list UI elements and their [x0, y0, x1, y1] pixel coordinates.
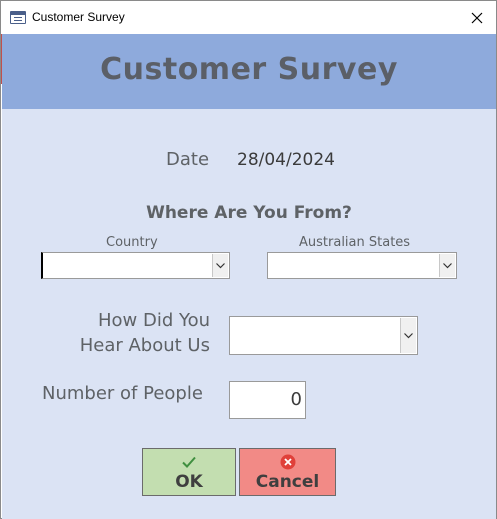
where-from-heading: Where Are You From? [146, 203, 352, 223]
checkmark-icon [182, 454, 196, 470]
ok-button-label: OK [175, 472, 203, 492]
states-dropdown-button[interactable] [439, 254, 455, 277]
form-header: Customer Survey [2, 34, 496, 109]
ok-button[interactable]: OK [142, 448, 236, 496]
close-icon [471, 12, 483, 23]
cancel-button-label: Cancel [255, 472, 320, 492]
number-of-people-input[interactable]: 0 [229, 381, 306, 419]
hear-label-line1: How Did You [97, 310, 210, 331]
country-dropdown[interactable] [41, 252, 230, 279]
country-dropdown-button[interactable] [212, 254, 228, 277]
date-value: 28/04/2024 [237, 150, 335, 170]
hear-dropdown-button[interactable] [400, 318, 416, 353]
form-icon [10, 11, 26, 24]
date-label: Date [166, 149, 210, 170]
cancel-x-circle-icon [280, 454, 296, 470]
close-button[interactable] [458, 1, 496, 34]
chevron-down-icon [404, 332, 413, 338]
australian-states-label: Australian States [299, 235, 411, 250]
form-body: Date 28/04/2024 Where Are You From? Coun… [2, 109, 496, 519]
australian-states-dropdown[interactable] [267, 252, 457, 279]
survey-window: Customer Survey Customer Survey Date 28/… [0, 0, 497, 519]
number-of-people-label: Number of People [42, 383, 203, 404]
hear-label-line2: Hear About Us [79, 335, 210, 356]
hear-about-us-dropdown[interactable] [229, 316, 418, 355]
chevron-down-icon [443, 262, 452, 268]
title-bar[interactable]: Customer Survey [1, 1, 496, 34]
country-label: Country [106, 235, 158, 250]
cancel-button[interactable]: Cancel [239, 448, 336, 496]
chevron-down-icon [216, 262, 225, 268]
window-title: Customer Survey [32, 10, 125, 24]
page-title: Customer Survey [100, 52, 398, 87]
hear-about-us-label: How Did You Hear About Us [62, 308, 210, 358]
